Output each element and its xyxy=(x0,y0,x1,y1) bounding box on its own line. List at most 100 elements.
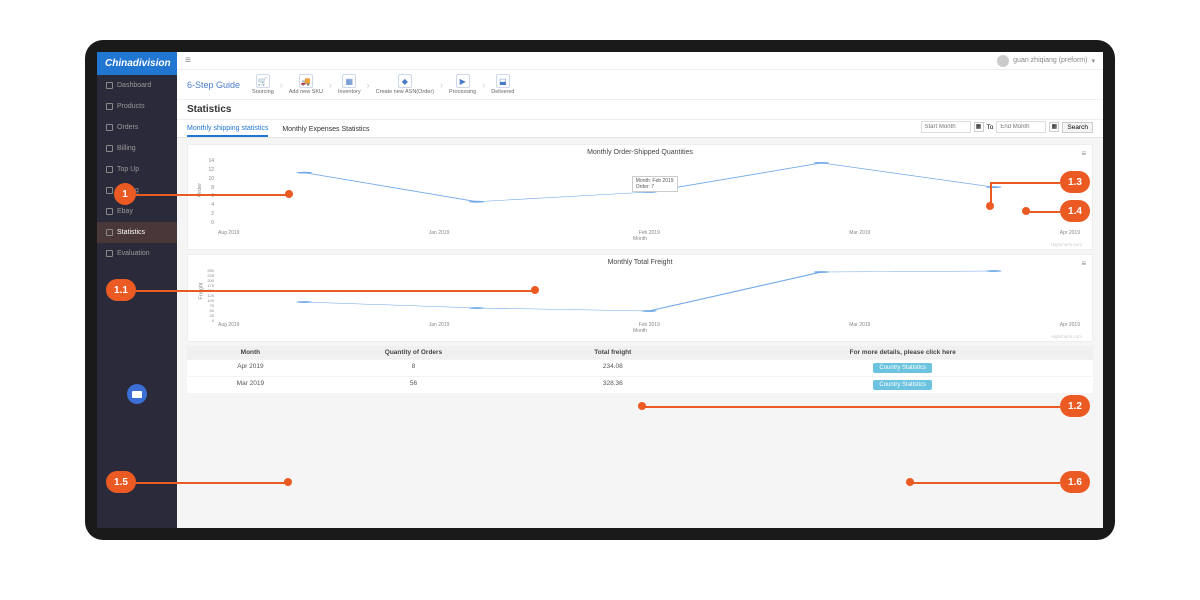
annotation-line xyxy=(990,182,1060,184)
avatar xyxy=(997,55,1009,67)
sidebar-item-evaluation[interactable]: Evaluation xyxy=(97,243,177,264)
box-icon: ⬓ xyxy=(496,74,510,88)
chevron-right-icon: › xyxy=(482,80,485,90)
step-label: Inventory xyxy=(338,89,361,95)
evaluation-icon xyxy=(106,250,113,257)
annotation-dot xyxy=(284,478,292,486)
step-inventory[interactable]: ▦Inventory xyxy=(338,74,361,95)
annotation-line xyxy=(1028,211,1060,213)
annotation-1: 1 xyxy=(114,183,136,205)
sidebar-item-label: Products xyxy=(117,103,145,110)
step-label: Sourcing xyxy=(252,89,274,95)
col-details: For more details, please click here xyxy=(712,346,1093,359)
sidebar-item-ebay[interactable]: Ebay xyxy=(97,201,177,222)
search-button[interactable]: Search xyxy=(1062,122,1093,133)
cell-freight: 328.36 xyxy=(513,377,712,393)
annotation-line xyxy=(990,182,992,204)
end-month-input[interactable] xyxy=(996,121,1046,133)
sidebar-item-topup[interactable]: Top Up xyxy=(97,159,177,180)
tab-expenses-stats[interactable]: Monthly Expenses Statistics xyxy=(282,123,369,136)
sidebar-item-orders[interactable]: Orders xyxy=(97,117,177,138)
x-axis: Aug 2019 Jan 2019 Feb 2019 Mar 2019 Apr … xyxy=(218,230,1080,236)
date-search-group: ▦ To ▦ Search xyxy=(921,121,1093,133)
sidebar-item-products[interactable]: Products xyxy=(97,96,177,117)
chevron-right-icon: › xyxy=(329,80,332,90)
calendar-icon[interactable]: ▦ xyxy=(1049,122,1059,132)
x-tick: Aug 2019 xyxy=(218,322,239,328)
annotation-dot xyxy=(906,478,914,486)
country-statistics-button[interactable]: Country Statistics xyxy=(873,380,932,390)
products-icon xyxy=(106,103,113,110)
page-title: Statistics xyxy=(187,104,1093,115)
annotation-dot xyxy=(285,190,293,198)
tabs-row: Monthly shipping statistics Monthly Expe… xyxy=(177,120,1103,138)
annotation-line xyxy=(136,482,286,484)
annotation-1-4: 1.4 xyxy=(1060,200,1090,222)
topup-icon xyxy=(106,166,113,173)
step-createasn[interactable]: ◆Create new ASN(Order) xyxy=(376,74,434,95)
chart-order-shipped: ≡ Monthly Order-Shipped Quantities Order… xyxy=(187,144,1093,250)
country-statistics-button[interactable]: Country Statistics xyxy=(873,363,932,373)
page-title-bar: Statistics xyxy=(177,100,1103,120)
x-tick: Apr 2019 xyxy=(1060,322,1080,328)
chat-icon xyxy=(132,391,142,398)
chart-area: Order 14121086420 Month: Feb 2019 Order:… xyxy=(194,158,1086,236)
drop-icon: ◆ xyxy=(398,74,412,88)
statistics-icon xyxy=(106,229,113,236)
sidebar-item-setting[interactable]: Setting xyxy=(97,180,177,201)
sidebar-item-label: Ebay xyxy=(117,208,133,215)
x-tick: Apr 2019 xyxy=(1060,230,1080,236)
x-axis: Aug 2019 Jan 2019 Feb 2019 Mar 2019 Apr … xyxy=(218,322,1080,328)
chart-title: Monthly Total Freight xyxy=(194,259,1086,266)
step-processing[interactable]: ▶Processing xyxy=(449,74,476,95)
six-step-guide: 6-Step Guide 🛒Sourcing › 🚚Add new SKU › ▦I… xyxy=(177,70,1103,100)
content: ≡ Monthly Order-Shipped Quantities Order… xyxy=(177,138,1103,399)
col-month: Month xyxy=(187,346,314,359)
user-name: guan zhiqiang (preform) xyxy=(1013,57,1087,64)
chart-credit: Highcharts.com xyxy=(194,242,1086,247)
chart-total-freight: ≡ Monthly Total Freight Freight 25022520… xyxy=(187,254,1093,342)
chart-menu-icon[interactable]: ≡ xyxy=(1081,149,1086,158)
sidebar-item-dashboard[interactable]: Dashboard xyxy=(97,75,177,96)
chart-title: Monthly Order-Shipped Quantities xyxy=(194,149,1086,156)
x-tick: Mar 2019 xyxy=(849,322,870,328)
chart-menu-icon[interactable]: ≡ xyxy=(1081,259,1086,268)
annotation-1-5: 1.5 xyxy=(106,471,136,493)
step-delivered[interactable]: ⬓Delivered xyxy=(491,74,514,95)
brand-logo: Chinadivision xyxy=(97,52,177,75)
sidebar-item-label: Evaluation xyxy=(117,250,150,257)
x-tick: Jan 2019 xyxy=(429,230,450,236)
sidebar-chat-button[interactable] xyxy=(127,384,147,404)
step-addsku[interactable]: 🚚Add new SKU xyxy=(289,74,323,95)
cart-icon: 🛒 xyxy=(256,74,270,88)
calendar-icon[interactable]: ▦ xyxy=(974,122,984,132)
tab-shipping-stats[interactable]: Monthly shipping statistics xyxy=(187,122,268,137)
menu-toggle-icon[interactable]: ≡ xyxy=(185,55,191,66)
sidebar-item-billing[interactable]: Billing xyxy=(97,138,177,159)
y-ticks: 14121086420 xyxy=(200,158,214,226)
sidebar-item-label: Top Up xyxy=(117,166,139,173)
step-label: Delivered xyxy=(491,89,514,95)
sidebar-item-statistics[interactable]: Statistics xyxy=(97,222,177,243)
guide-title: 6-Step Guide xyxy=(187,80,240,90)
annotation-line xyxy=(644,406,1060,408)
x-tick: Aug 2019 xyxy=(218,230,239,236)
cell-action: Country Statistics xyxy=(712,360,1093,376)
topbar: ≡ guan zhiqiang (preform) ▾ xyxy=(177,52,1103,70)
x-tick: Feb 2019 xyxy=(639,322,660,328)
cell-month: Mar 2019 xyxy=(187,377,314,393)
annotation-line xyxy=(912,482,1060,484)
step-sourcing[interactable]: 🛒Sourcing xyxy=(252,74,274,95)
line-chart-svg xyxy=(218,158,1080,226)
user-menu[interactable]: guan zhiqiang (preform) ▾ xyxy=(997,55,1095,67)
step-label: Processing xyxy=(449,89,476,95)
dashboard-icon xyxy=(106,82,113,89)
start-month-input[interactable] xyxy=(921,121,971,133)
stats-table: Month Quantity of Orders Total freight F… xyxy=(187,346,1093,393)
x-tick: Mar 2019 xyxy=(849,230,870,236)
table-row: Apr 2019 8 234.08 Country Statistics xyxy=(187,359,1093,376)
ebay-icon xyxy=(106,208,113,215)
cell-qty: 8 xyxy=(314,360,513,376)
chevron-right-icon: › xyxy=(367,80,370,90)
line-chart-svg xyxy=(218,268,1080,318)
